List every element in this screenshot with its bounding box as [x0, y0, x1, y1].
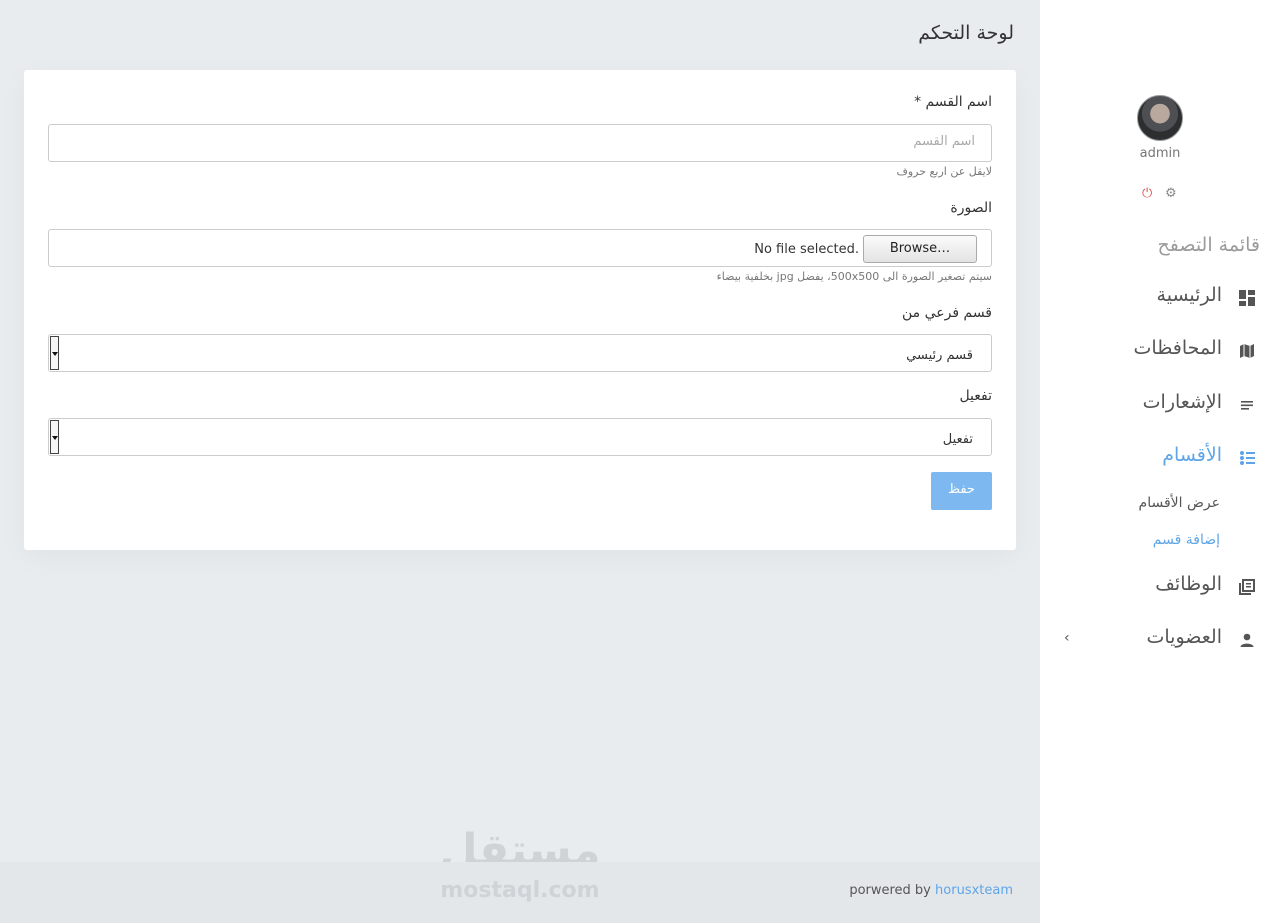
gear-icon[interactable]: ⚙ — [1165, 186, 1177, 201]
sidebar-item-notifications[interactable]: الإشعارات — [1040, 391, 1280, 425]
sidebar-item-sections[interactable]: الأقسام — [1040, 444, 1280, 478]
sidebar-item-home[interactable]: الرئيسية — [1040, 284, 1280, 318]
page-title: لوحة التحكم — [918, 22, 1014, 44]
sidebar-item-label: الوظائف — [1155, 573, 1222, 595]
menu-header: قائمة التصفح — [1157, 234, 1260, 256]
save-button[interactable]: حفظ — [931, 472, 992, 510]
avatar[interactable] — [1137, 95, 1183, 141]
sidebar-item-label: الإشعارات — [1142, 391, 1222, 413]
section-name-placeholder: اسم القسم — [913, 134, 975, 149]
list-icon — [1238, 450, 1256, 468]
sidebar-subitem-add-section[interactable]: إضافة قسم — [1153, 532, 1220, 548]
sidebar-item-label: الأقسام — [1162, 444, 1222, 466]
dropdown-arrow-icon[interactable] — [50, 336, 59, 370]
sidebar-item-governorates[interactable]: المحافظات — [1040, 337, 1280, 371]
add-section-form: اسم القسم * اسم القسم لايقل عن اربع حروف… — [24, 70, 1016, 550]
sidebar: admin ⏻ ⚙ قائمة التصفح الرئيسية المحافظا… — [1040, 0, 1280, 923]
image-label: الصورة — [950, 200, 992, 216]
notes-icon — [1238, 397, 1256, 415]
image-help-text: سيتم تصغير الصورة الى 500x500، يفضل jpg … — [716, 270, 992, 283]
active-label: تفعيل — [959, 388, 992, 404]
chevron-icon[interactable]: › — [1064, 630, 1070, 646]
map-icon — [1238, 343, 1256, 361]
watermark-latin: mostaql.com — [440, 878, 600, 903]
active-select[interactable]: تفعيل — [48, 418, 992, 456]
parent-select-value: قسم رئيسي — [906, 348, 973, 363]
sidebar-item-label: الرئيسية — [1156, 284, 1222, 306]
name-label: اسم القسم * — [914, 94, 992, 110]
library-icon — [1238, 579, 1256, 597]
parent-section-select[interactable]: قسم رئيسي — [48, 334, 992, 372]
dashboard-icon — [1238, 290, 1256, 308]
person-icon — [1238, 632, 1256, 650]
power-icon[interactable]: ⏻ — [1142, 186, 1152, 201]
sidebar-item-label: المحافظات — [1133, 337, 1222, 359]
sidebar-item-jobs[interactable]: الوظائف — [1040, 573, 1280, 607]
dropdown-arrow-icon[interactable] — [50, 420, 59, 454]
browse-button[interactable]: Browse… — [863, 235, 977, 263]
image-file-input[interactable]: Browse… No file selected. — [48, 229, 992, 267]
sidebar-subitem-view-sections[interactable]: عرض الأقسام — [1139, 495, 1220, 511]
file-status: No file selected. — [754, 242, 859, 257]
sidebar-item-memberships[interactable]: العضويات › — [1040, 626, 1280, 660]
section-name-input[interactable]: اسم القسم — [48, 124, 992, 162]
parent-label: قسم فرعي من — [902, 305, 992, 321]
username: admin — [1139, 146, 1181, 161]
active-select-value: تفعيل — [942, 432, 973, 447]
sidebar-item-label: العضويات — [1146, 626, 1223, 648]
name-help-text: لايقل عن اربع حروف — [896, 165, 992, 178]
